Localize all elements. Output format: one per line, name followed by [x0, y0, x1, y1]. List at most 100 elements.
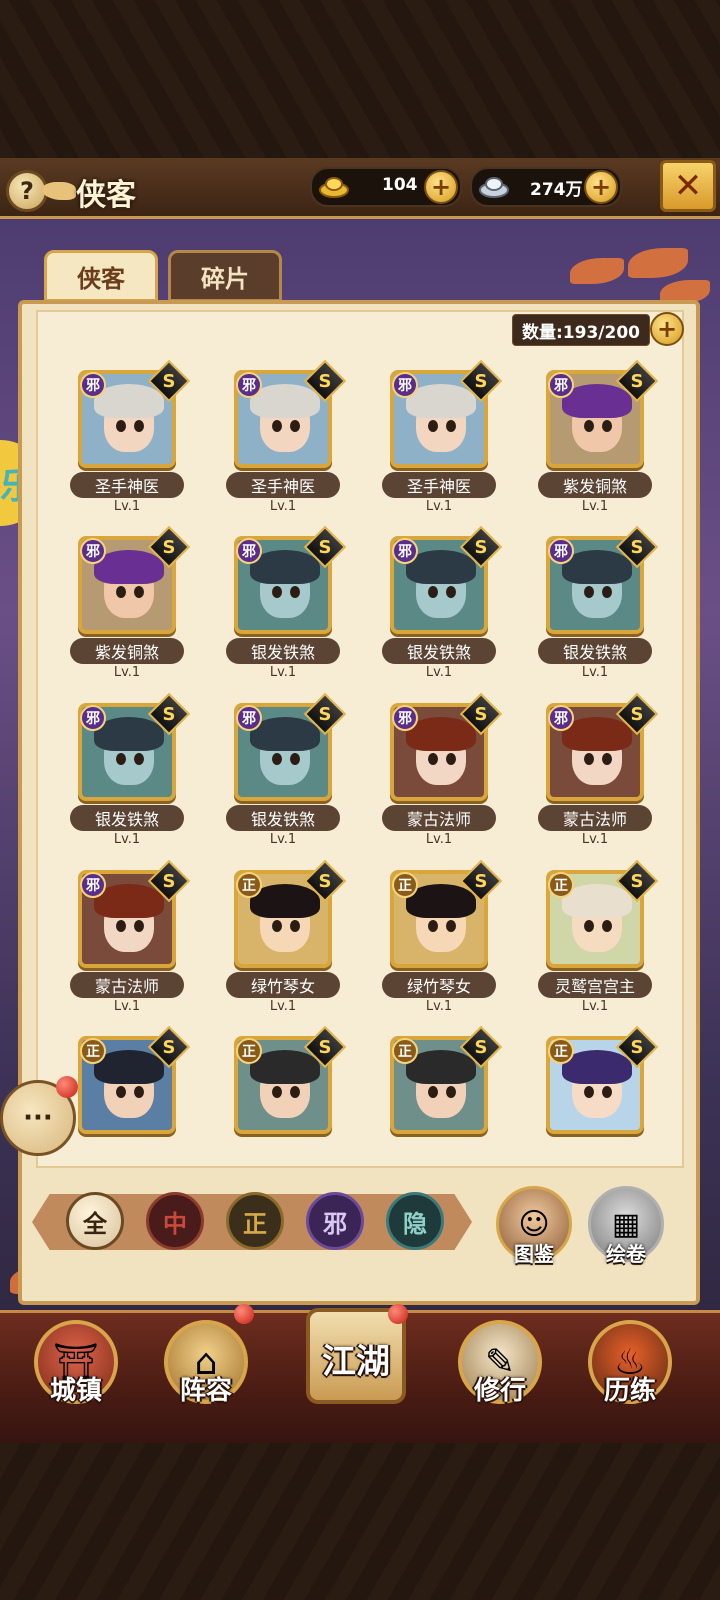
- hero-level: Lv.1: [581, 499, 609, 514]
- nav-lineup-label: 阵容: [179, 1376, 232, 1406]
- hero-level: Lv.1: [581, 665, 609, 680]
- filter-neutral[interactable]: 中: [146, 1192, 204, 1250]
- hero-eye: [272, 753, 282, 765]
- rank-letter: S: [630, 703, 644, 725]
- hero-card[interactable]: 邪 S 银发铁煞 Lv.1: [48, 692, 191, 859]
- hero-eye: [428, 586, 438, 598]
- faction-badge: 正: [548, 872, 574, 898]
- rank-letter: S: [318, 870, 332, 892]
- hero-level: Lv.1: [425, 999, 453, 1014]
- rank-letter: S: [318, 1036, 332, 1058]
- nav-town[interactable]: ⛩ 城镇: [28, 1320, 124, 1420]
- hero-card[interactable]: 邪 S 蒙古法师 Lv.1: [360, 692, 503, 859]
- hero-card[interactable]: 邪 S 紫发铜煞 Lv.1: [48, 525, 191, 692]
- hero-eye: [290, 586, 300, 598]
- hero-card[interactable]: 邪 S 蒙古法师 Lv.1: [516, 692, 659, 859]
- faction-badge: 正: [236, 872, 262, 898]
- tab-heroes[interactable]: 侠客: [44, 250, 158, 302]
- hero-level: Lv.1: [113, 832, 141, 847]
- hero-eye: [446, 586, 456, 598]
- hero-card[interactable]: 邪 S 银发铁煞 Lv.1: [204, 525, 347, 692]
- hero-name: 蒙古法师: [382, 805, 496, 831]
- rank-letter: S: [630, 870, 644, 892]
- hero-eye: [134, 753, 144, 765]
- notification-dot: [388, 1304, 408, 1324]
- hero-name: 银发铁煞: [70, 805, 184, 831]
- hero-eye: [116, 753, 126, 765]
- add-silver-button[interactable]: +: [584, 170, 618, 204]
- hero-name: 银发铁煞: [538, 638, 652, 664]
- hero-card[interactable]: 邪 S 紫发铜煞 Lv.1: [516, 359, 659, 526]
- hero-card[interactable]: 邪 S 银发铁煞 Lv.1: [360, 525, 503, 692]
- faction-badge: 邪: [236, 705, 262, 731]
- rank-letter: S: [318, 370, 332, 392]
- hero-card[interactable]: 邪 S 银发铁煞 Lv.1: [204, 692, 347, 859]
- nav-lineup[interactable]: ⌂ 阵容: [158, 1320, 254, 1420]
- hero-name: 银发铁煞: [226, 805, 340, 831]
- hero-eye: [428, 420, 438, 432]
- hero-name: 圣手神医: [70, 472, 184, 498]
- hero-eye: [446, 920, 456, 932]
- hero-eye: [272, 420, 282, 432]
- rank-letter: S: [630, 1036, 644, 1058]
- hero-card[interactable]: 邪 S 圣手神医 Lv.1: [360, 359, 503, 526]
- hero-level: Lv.1: [425, 499, 453, 514]
- hero-eye: [290, 920, 300, 932]
- filter-righteous[interactable]: 正: [226, 1192, 284, 1250]
- hero-eye: [290, 753, 300, 765]
- hero-level: Lv.1: [113, 999, 141, 1014]
- hero-card[interactable]: 正S: [516, 1025, 659, 1166]
- faction-badge: 正: [236, 1038, 262, 1064]
- hero-eye: [428, 1086, 438, 1098]
- rank-letter: S: [162, 370, 176, 392]
- rank-letter: S: [474, 870, 488, 892]
- gold-currency: 104 +: [310, 167, 462, 207]
- filter-all[interactable]: 全: [66, 1192, 124, 1250]
- hero-eye: [272, 920, 282, 932]
- hero-card[interactable]: 正S: [204, 1025, 347, 1166]
- hero-name: 银发铁煞: [382, 638, 496, 664]
- rank-letter: S: [162, 703, 176, 725]
- hero-card[interactable]: 正 S 绿竹琴女 Lv.1: [360, 859, 503, 1026]
- hero-card[interactable]: 邪 S 银发铁煞 Lv.1: [516, 525, 659, 692]
- hero-card[interactable]: 正 S 灵鹫宫宫主 Lv.1: [516, 859, 659, 1026]
- faction-badge: 正: [548, 1038, 574, 1064]
- painting-scroll-button[interactable]: ▦ 绘卷: [586, 1186, 666, 1268]
- nav-cultivation[interactable]: ✎ 修行: [452, 1320, 548, 1420]
- hero-level: Lv.1: [425, 665, 453, 680]
- hero-card[interactable]: 邪 S 蒙古法师 Lv.1: [48, 859, 191, 1026]
- hero-level: Lv.1: [269, 832, 297, 847]
- hero-level: Lv.1: [113, 499, 141, 514]
- hero-eye: [584, 1086, 594, 1098]
- notification-dot: [56, 1076, 78, 1098]
- hero-name: 蒙古法师: [538, 805, 652, 831]
- silver-currency: 274万 +: [470, 167, 622, 207]
- hero-card[interactable]: 正S: [360, 1025, 503, 1166]
- hero-level: Lv.1: [581, 999, 609, 1014]
- add-gold-button[interactable]: +: [424, 170, 458, 204]
- hero-name: 圣手神医: [226, 472, 340, 498]
- rank-letter: S: [630, 370, 644, 392]
- filter-evil[interactable]: 邪: [306, 1192, 364, 1250]
- hero-card[interactable]: 邪 S 圣手神医 Lv.1: [48, 359, 191, 526]
- close-button[interactable]: ✕: [660, 160, 716, 212]
- hero-eye: [446, 1086, 456, 1098]
- tab-fragments[interactable]: 碎片: [168, 250, 282, 302]
- nav-training[interactable]: ♨ 历练: [582, 1320, 678, 1420]
- hero-name: 银发铁煞: [226, 638, 340, 664]
- filter-hidden[interactable]: 隐: [386, 1192, 444, 1250]
- hero-eye: [602, 920, 612, 932]
- hero-name: 蒙古法师: [70, 972, 184, 998]
- hero-name: 紫发铜煞: [538, 472, 652, 498]
- hero-eye: [116, 1086, 126, 1098]
- hero-card[interactable]: 正 S 绿竹琴女 Lv.1: [204, 859, 347, 1026]
- expand-capacity-button[interactable]: +: [650, 312, 684, 346]
- codex-button[interactable]: ☺ 图鉴: [494, 1186, 574, 1268]
- chat-bubble-icon: ···: [23, 1103, 53, 1133]
- rank-letter: S: [162, 536, 176, 558]
- codex-label: 图鉴: [514, 1242, 554, 1266]
- hero-level: Lv.1: [269, 499, 297, 514]
- hero-eye: [602, 753, 612, 765]
- hero-card[interactable]: 邪 S 圣手神医 Lv.1: [204, 359, 347, 526]
- rank-letter: S: [318, 536, 332, 558]
